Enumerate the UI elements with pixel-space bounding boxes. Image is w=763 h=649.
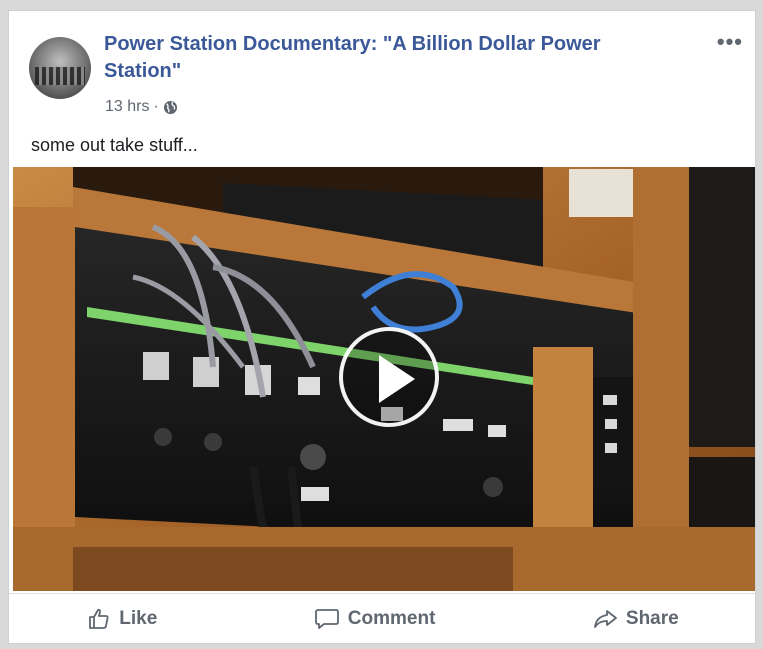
like-button[interactable]: Like [67, 601, 177, 637]
comment-label: Comment [347, 608, 436, 629]
share-button[interactable]: Share [572, 601, 699, 637]
video-player[interactable] [13, 167, 755, 591]
like-label: Like [119, 608, 158, 629]
share-icon [592, 607, 618, 631]
comment-button[interactable]: Comment [294, 601, 456, 637]
post-text: some out take stuff... [31, 135, 198, 155]
more-options-icon[interactable]: ••• [717, 29, 743, 55]
avatar-image [35, 67, 85, 85]
post-meta: 13 hrs · [105, 98, 178, 116]
globe-icon[interactable] [163, 100, 178, 115]
page-name-link[interactable]: Power Station Documentary: "A Billion Do… [104, 31, 664, 85]
post-card: Power Station Documentary: "A Billion Do… [8, 10, 756, 644]
share-label: Share [625, 608, 679, 629]
play-icon [379, 355, 415, 403]
comment-icon [314, 607, 340, 631]
meta-separator: · [153, 98, 159, 115]
thumbs-up-icon [87, 607, 111, 631]
page-avatar[interactable] [29, 37, 91, 99]
post-actions-bar: Like Comment Share [9, 593, 755, 643]
post-timestamp[interactable]: 13 hrs [105, 98, 149, 116]
play-button[interactable] [339, 327, 439, 427]
